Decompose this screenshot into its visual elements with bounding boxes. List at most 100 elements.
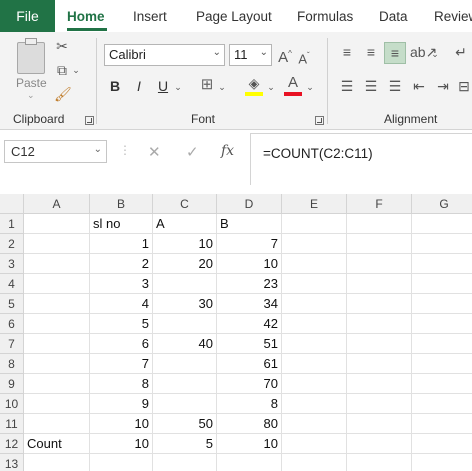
cell-c9[interactable] — [153, 374, 217, 394]
bold-button[interactable]: B — [106, 76, 124, 96]
cell-c5[interactable]: 30 — [153, 294, 217, 314]
font-name-select[interactable]: Calibri ⌄ — [104, 44, 225, 66]
cell-f8[interactable] — [347, 354, 412, 374]
cell-a1[interactable] — [24, 214, 90, 234]
cell-e12[interactable] — [282, 434, 347, 454]
enter-icon[interactable]: ✓ — [186, 143, 199, 161]
row-header-10[interactable]: 10 — [0, 394, 24, 414]
cell-c11[interactable]: 50 — [153, 414, 217, 434]
cell-e2[interactable] — [282, 234, 347, 254]
row-header-13[interactable]: 13 — [0, 454, 24, 471]
cell-b4[interactable]: 3 — [90, 274, 153, 294]
cell-e13[interactable] — [282, 454, 347, 471]
cell-a6[interactable] — [24, 314, 90, 334]
column-header-c[interactable]: C — [153, 194, 217, 214]
cell-d4[interactable]: 23 — [217, 274, 282, 294]
middle-align-icon[interactable]: ≡ — [362, 44, 380, 60]
tab-file[interactable]: File — [0, 0, 55, 32]
cut-icon[interactable]: ✂ — [54, 38, 70, 54]
cell-d8[interactable]: 61 — [217, 354, 282, 374]
cell-d7[interactable]: 51 — [217, 334, 282, 354]
cell-b6[interactable]: 5 — [90, 314, 153, 334]
cell-d2[interactable]: 7 — [217, 234, 282, 254]
fill-color-icon[interactable]: ◈ — [245, 75, 263, 91]
cell-a10[interactable] — [24, 394, 90, 414]
formula-input[interactable]: =COUNT(C2:C11) — [250, 133, 472, 185]
column-header-g[interactable]: G — [412, 194, 472, 214]
cell-e7[interactable] — [282, 334, 347, 354]
cell-d1[interactable]: B — [217, 214, 282, 234]
cell-c2[interactable]: 10 — [153, 234, 217, 254]
cell-g12[interactable] — [412, 434, 472, 454]
top-align-icon[interactable]: ≡ — [338, 44, 356, 60]
paste-button[interactable]: Paste ⌄ — [10, 38, 52, 100]
cell-g1[interactable] — [412, 214, 472, 234]
tab-review[interactable]: Review — [434, 0, 472, 32]
chevron-down-icon[interactable]: ⌄ — [305, 79, 315, 95]
row-header-11[interactable]: 11 — [0, 414, 24, 434]
copy-icon[interactable]: ⧉ — [54, 62, 70, 78]
row-header-12[interactable]: 12 — [0, 434, 24, 454]
cell-c6[interactable] — [153, 314, 217, 334]
font-color-icon[interactable]: A — [284, 75, 302, 91]
row-header-6[interactable]: 6 — [0, 314, 24, 334]
cell-d13[interactable] — [217, 454, 282, 471]
decrease-font-size-icon[interactable]: Aˇ — [296, 48, 312, 67]
cell-c10[interactable] — [153, 394, 217, 414]
cell-f7[interactable] — [347, 334, 412, 354]
cell-g11[interactable] — [412, 414, 472, 434]
cell-a2[interactable] — [24, 234, 90, 254]
cell-a4[interactable] — [24, 274, 90, 294]
cell-e5[interactable] — [282, 294, 347, 314]
cell-c13[interactable] — [153, 454, 217, 471]
cancel-icon[interactable]: ✕ — [148, 143, 161, 161]
decrease-indent-icon[interactable]: ⇤ — [410, 78, 428, 94]
cell-c1[interactable]: A — [153, 214, 217, 234]
cell-f12[interactable] — [347, 434, 412, 454]
chevron-down-icon[interactable]: ⌄ — [430, 46, 440, 62]
row-header-4[interactable]: 4 — [0, 274, 24, 294]
cell-c4[interactable] — [153, 274, 217, 294]
column-header-b[interactable]: B — [90, 194, 153, 214]
select-all-corner[interactable] — [0, 194, 24, 214]
row-header-3[interactable]: 3 — [0, 254, 24, 274]
cell-g6[interactable] — [412, 314, 472, 334]
name-box[interactable]: C12 ⌄ — [4, 140, 107, 163]
row-header-7[interactable]: 7 — [0, 334, 24, 354]
cell-b3[interactable]: 2 — [90, 254, 153, 274]
increase-indent-icon[interactable]: ⇥ — [434, 78, 452, 94]
font-size-select[interactable]: 11 ⌄ — [229, 44, 272, 66]
cell-f1[interactable] — [347, 214, 412, 234]
cell-b12[interactable]: 10 — [90, 434, 153, 454]
chevron-down-icon[interactable]: ⌄ — [173, 79, 183, 95]
cell-e3[interactable] — [282, 254, 347, 274]
cell-g9[interactable] — [412, 374, 472, 394]
merge-center-icon[interactable]: ⊟ — [456, 78, 472, 94]
cell-e11[interactable] — [282, 414, 347, 434]
cell-f5[interactable] — [347, 294, 412, 314]
cell-f10[interactable] — [347, 394, 412, 414]
cell-f4[interactable] — [347, 274, 412, 294]
insert-function-icon[interactable]: fx — [221, 143, 234, 159]
cell-g8[interactable] — [412, 354, 472, 374]
cell-g4[interactable] — [412, 274, 472, 294]
row-header-9[interactable]: 9 — [0, 374, 24, 394]
cell-e1[interactable] — [282, 214, 347, 234]
cell-e4[interactable] — [282, 274, 347, 294]
cell-a3[interactable] — [24, 254, 90, 274]
italic-button[interactable]: I — [130, 76, 148, 96]
align-center-icon[interactable]: ☰ — [362, 78, 380, 94]
cell-e8[interactable] — [282, 354, 347, 374]
cell-c3[interactable]: 20 — [153, 254, 217, 274]
cell-d9[interactable]: 70 — [217, 374, 282, 394]
orientation-icon[interactable]: ab↗ — [410, 44, 437, 60]
cell-f3[interactable] — [347, 254, 412, 274]
cell-g2[interactable] — [412, 234, 472, 254]
wrap-text-icon[interactable]: ↵ — [452, 44, 470, 60]
align-left-icon[interactable]: ☰ — [338, 78, 356, 94]
cell-b11[interactable]: 10 — [90, 414, 153, 434]
cell-g5[interactable] — [412, 294, 472, 314]
column-header-e[interactable]: E — [282, 194, 347, 214]
cell-d6[interactable]: 42 — [217, 314, 282, 334]
cell-a13[interactable] — [24, 454, 90, 471]
